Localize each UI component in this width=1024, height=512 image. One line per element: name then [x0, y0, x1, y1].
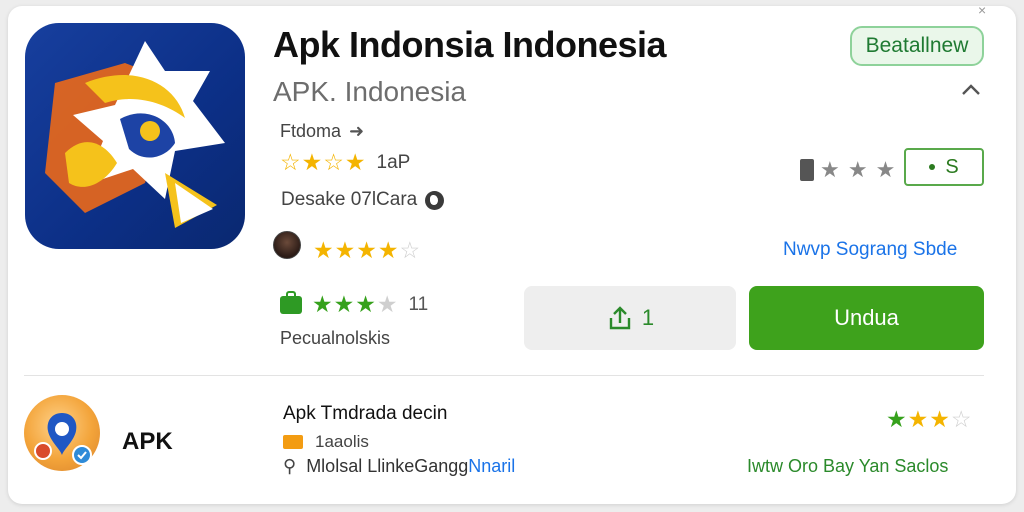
install-button[interactable]: Undua [749, 286, 984, 350]
downloads-text: Desake 07lCara [281, 189, 418, 210]
rating-row: ☆★☆★ 1aP [280, 149, 410, 176]
reviewer-stars: ★★★★☆ [313, 237, 422, 263]
category-icon [283, 435, 303, 449]
dot-icon [929, 164, 936, 170]
close-icon[interactable]: × [978, 2, 986, 18]
green-stars: ★★★★ [312, 291, 399, 317]
share-icon [609, 306, 631, 330]
app-title: Apk Indonsia Indonesia [273, 24, 667, 65]
mini-stars: ★ ★ ★ [820, 157, 897, 182]
bookmark-icon-2 [800, 159, 814, 181]
app-logo [25, 23, 245, 249]
downloads-row: Desake 07lCara [281, 189, 445, 211]
related-count: 1aaolis [315, 432, 369, 451]
share-count: 1 [641, 305, 655, 330]
price-button[interactable]: S [904, 148, 984, 186]
related-app-label: APK [122, 428, 173, 455]
app-logo-graphic [45, 41, 225, 228]
review-count: 11 [408, 293, 429, 315]
globe-icon [425, 190, 445, 210]
related-app-icon[interactable] [24, 395, 100, 471]
category-text: Ftdoma [280, 121, 342, 141]
related-meta: Mlolsal LlinkeGangg [306, 456, 469, 476]
link-icon: ⚲ [283, 456, 297, 476]
related-meta-row: ⚲ Mlolsal LlinkeGangg Nnaril [283, 456, 515, 477]
arrow-right-icon: ➜ [349, 121, 365, 141]
related-meta-link[interactable]: Nnaril [468, 456, 515, 477]
bookmark-icon [280, 290, 302, 314]
divider [24, 375, 984, 376]
app-developer[interactable]: APK. Indonesia [273, 76, 466, 108]
related-stars: ★★★☆ [886, 406, 973, 432]
related-title[interactable]: Apk Tmdrada decin [283, 403, 447, 425]
chevron-up-icon[interactable] [960, 80, 982, 102]
review-row: ★★★★ 11 [280, 290, 429, 318]
related-count-row: 1aaolis [283, 432, 369, 452]
avatar [273, 231, 301, 259]
category-label: Pecualnolskis [280, 328, 391, 348]
share-button[interactable]: 1 [524, 286, 736, 350]
rating-count: 1aP [376, 151, 411, 173]
rating-stars: ☆★☆★ [280, 149, 367, 175]
badge-button[interactable]: Beatallnew [850, 26, 984, 66]
related-app-graphic [34, 413, 92, 465]
related-footer-link[interactable]: Iwtw Oro Bay Yan Saclos [747, 456, 948, 477]
mini-rating: ★ ★ ★ [800, 157, 896, 183]
category-row[interactable]: Ftdoma ➜ [280, 121, 364, 142]
similar-apps-link[interactable]: Nwvp Sograng Sbde [783, 239, 957, 261]
price-label: S [945, 155, 959, 178]
